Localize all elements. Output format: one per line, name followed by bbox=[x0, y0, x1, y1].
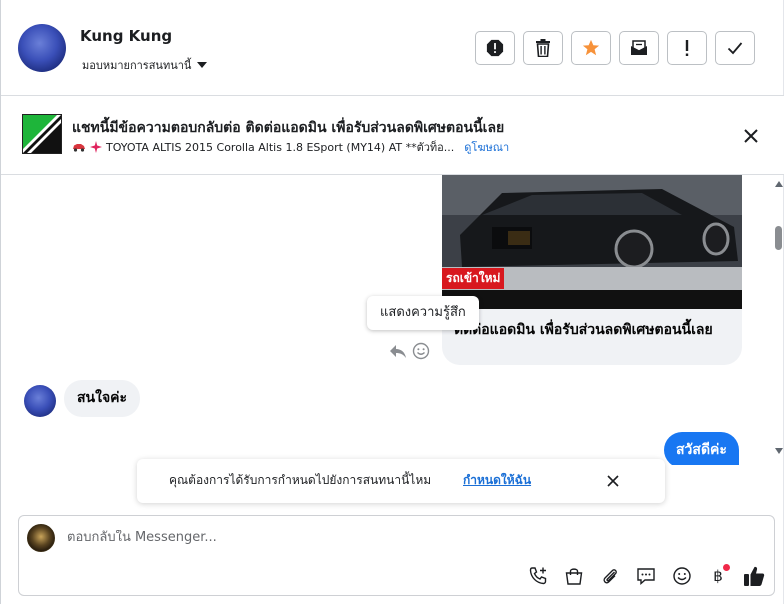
reply-icon[interactable] bbox=[389, 342, 407, 360]
reply-input[interactable] bbox=[67, 530, 747, 545]
ad-message-text: ติดต่อแอดมิน เพื่อรับส่วนลดพิเศษตอนนี้เล… bbox=[454, 322, 713, 338]
scroll-up-icon[interactable] bbox=[775, 181, 783, 187]
message-thread[interactable]: รถเข้าใหม่ ติดต่อแอดมิน เพื่อรับส่วนลดพิ… bbox=[1, 175, 771, 465]
thread-scrollbar[interactable] bbox=[771, 175, 784, 460]
phone-add-icon bbox=[529, 567, 547, 585]
mark-done-button[interactable] bbox=[715, 31, 755, 65]
page-logo bbox=[22, 114, 62, 154]
view-ad-link[interactable]: ดูโฆษณา bbox=[464, 138, 509, 156]
header-toolbar bbox=[475, 31, 755, 65]
conversation-header: Kung Kung มอบหมายการสนทนานี้ bbox=[1, 0, 784, 96]
exclamation-icon bbox=[685, 40, 689, 56]
alert-icon bbox=[486, 39, 504, 57]
report-spam-button[interactable] bbox=[475, 31, 515, 65]
shop-button[interactable] bbox=[562, 564, 586, 588]
close-icon bbox=[607, 475, 619, 487]
saved-replies-button[interactable] bbox=[634, 564, 658, 588]
car-image-footer bbox=[442, 290, 742, 309]
mark-important-button[interactable] bbox=[667, 31, 707, 65]
close-banner-button[interactable] bbox=[741, 126, 761, 146]
bag-icon bbox=[565, 568, 583, 585]
contact-name[interactable]: Kung Kung bbox=[80, 27, 172, 45]
call-button[interactable] bbox=[526, 564, 550, 588]
react-tooltip: แสดงความรู้สึก bbox=[367, 296, 479, 330]
assign-prompt-text: คุณต้องการได้รับการกำหนดไปยังการสนทนานี้… bbox=[169, 473, 432, 487]
like-button[interactable] bbox=[742, 564, 766, 588]
chat-icon bbox=[637, 568, 655, 586]
message-composer: ฿ bbox=[18, 515, 775, 596]
banner-title: แชทนี้มีข้อความตอบกลับต่อ ติดต่อแอดมิน เ… bbox=[72, 120, 505, 136]
emoji-icon bbox=[673, 567, 691, 585]
ad-context-banner: แชทนี้มีข้อความตอบกลับต่อ ติดต่อแอดมิน เ… bbox=[1, 96, 784, 175]
chevron-down-icon bbox=[197, 62, 208, 68]
assign-to-me-link[interactable]: กำหนดให้ฉัน bbox=[463, 471, 531, 490]
scroll-down-icon[interactable] bbox=[775, 448, 783, 454]
star-icon bbox=[582, 39, 600, 56]
delete-button[interactable] bbox=[523, 31, 563, 65]
paperclip-icon bbox=[603, 569, 617, 584]
notification-dot bbox=[723, 564, 730, 571]
assign-prompt: คุณต้องการได้รับการกำหนดไปยังการสนทนานี้… bbox=[137, 459, 665, 503]
ad-message-bubble[interactable]: รถเข้าใหม่ ติดต่อแอดมิน เพื่อรับส่วนลดพิ… bbox=[442, 175, 742, 365]
check-icon bbox=[727, 42, 743, 55]
attach-button[interactable] bbox=[598, 564, 622, 588]
contact-avatar[interactable] bbox=[18, 24, 66, 72]
sparkle-icon bbox=[90, 141, 102, 153]
trash-icon bbox=[536, 39, 550, 57]
mail-icon bbox=[631, 40, 647, 55]
page-avatar bbox=[27, 524, 55, 552]
baht-icon: ฿ bbox=[713, 567, 723, 585]
inbox-panel: Kung Kung มอบหมายการสนทนานี้ แชทนี้มีข้อ… bbox=[0, 0, 784, 604]
sender-avatar[interactable] bbox=[24, 385, 56, 417]
outgoing-message[interactable]: สวัสดีค่ะ bbox=[664, 432, 739, 465]
mark-unread-button[interactable] bbox=[619, 31, 659, 65]
message-actions bbox=[389, 342, 430, 360]
follow-up-button[interactable] bbox=[571, 31, 611, 65]
payment-button[interactable]: ฿ bbox=[706, 564, 730, 588]
assign-label: มอบหมายการสนทนานี้ bbox=[82, 59, 192, 72]
composer-toolbar: ฿ bbox=[526, 564, 766, 588]
car-emoji-icon bbox=[73, 144, 85, 152]
car-image[interactable]: รถเข้าใหม่ bbox=[442, 175, 742, 309]
react-emoji-icon[interactable] bbox=[412, 342, 430, 360]
banner-subtitle: TOYOTA ALTIS 2015 Corolla Altis 1.8 ESpo… bbox=[106, 141, 455, 154]
emoji-button[interactable] bbox=[670, 564, 694, 588]
like-icon bbox=[744, 566, 765, 586]
assign-dropdown[interactable]: มอบหมายการสนทนานี้ bbox=[82, 56, 208, 74]
new-arrival-badge: รถเข้าใหม่ bbox=[442, 268, 505, 289]
close-icon bbox=[744, 129, 758, 143]
close-prompt-button[interactable] bbox=[605, 473, 621, 489]
scroll-thumb[interactable] bbox=[775, 226, 782, 250]
banner-subtitle-row: TOYOTA ALTIS 2015 Corolla Altis 1.8 ESpo… bbox=[72, 138, 509, 156]
incoming-message[interactable]: สนใจค่ะ bbox=[64, 380, 141, 417]
